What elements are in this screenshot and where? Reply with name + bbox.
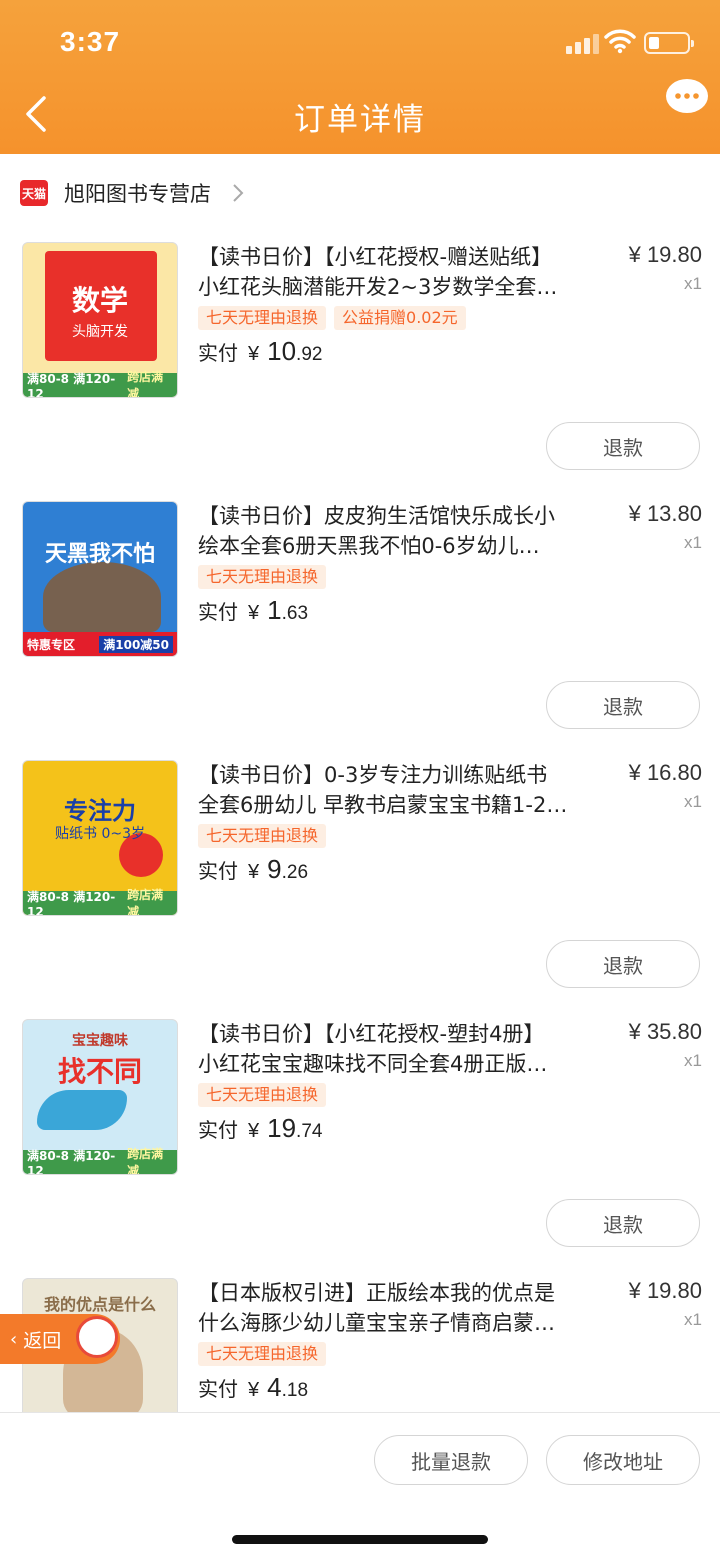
- refund-button[interactable]: 退款: [546, 1199, 700, 1247]
- cover-title: 专注力: [64, 796, 136, 825]
- cover-title: 数学: [71, 284, 128, 317]
- change-address-button[interactable]: 修改地址: [546, 1435, 700, 1485]
- chevron-right-icon: [233, 184, 244, 202]
- product-title[interactable]: 【日本版权引进】正版绘本我的优点是 什么海豚少幼儿童宝宝亲子情商启蒙…: [198, 1278, 600, 1338]
- promo-banner: 特惠专区 满100减50: [23, 632, 177, 656]
- paid-amount: 实付 ¥ 4.18: [198, 1372, 309, 1402]
- order-item[interactable]: 专注力 贴纸书 0~3岁 满80-8 满120-12 跨店满减 【读书日价】0-3…: [0, 760, 720, 1020]
- paid-amount: 实付 ¥ 10.92: [198, 336, 323, 366]
- refund-button[interactable]: 退款: [546, 422, 700, 470]
- bottom-action-bar: 批量退款 修改地址: [0, 1412, 720, 1558]
- unit-price: ¥ 13.80: [628, 501, 702, 526]
- status-time: 3:37: [60, 26, 121, 57]
- floating-return-button[interactable]: ‹ 返回: [0, 1314, 120, 1364]
- unit-price: ¥ 16.80: [628, 760, 702, 785]
- refund-button[interactable]: 退款: [546, 940, 700, 988]
- nav-bar: 订单详情: [0, 79, 720, 154]
- unit-price: ¥ 35.80: [628, 1019, 702, 1044]
- tmall-badge: 天猫: [20, 180, 48, 206]
- paid-amount: 实付 ¥ 19.74: [198, 1113, 323, 1143]
- tag-return-policy: 七天无理由退换: [198, 565, 327, 589]
- quantity: x1: [684, 1051, 702, 1070]
- order-item[interactable]: 宝宝趣味 找不同 满80-8 满120-12 跨店满减 【读书日价】【小红花授权-…: [0, 1019, 720, 1279]
- promo-banner: 满80-8 满120-12 跨店满减: [23, 888, 177, 915]
- product-title[interactable]: 【读书日价】皮皮狗生活馆快乐成长小 绘本全套6册天黑我不怕0-6岁幼儿…: [198, 501, 600, 561]
- cover-subtitle: 头脑开发: [72, 324, 128, 340]
- mascot-icon: [76, 1316, 118, 1358]
- header: 3:37 订单详情: [0, 0, 720, 154]
- home-indicator[interactable]: [232, 1535, 488, 1544]
- batch-refund-button[interactable]: 批量退款: [374, 1435, 528, 1485]
- quantity: x1: [684, 792, 702, 811]
- quantity: x1: [684, 274, 702, 293]
- status-bar: 3:37: [0, 0, 720, 80]
- promo-banner: 满80-8 满120-12 跨店满减: [23, 370, 177, 397]
- tag-return-policy: 七天无理由退换: [198, 1083, 327, 1107]
- quantity: x1: [684, 1310, 702, 1329]
- product-cover-image[interactable]: 天黑我不怕 特惠专区 满100减50: [22, 501, 178, 657]
- chevron-left-icon: ‹: [10, 1328, 18, 1350]
- product-cover-image[interactable]: 专注力 贴纸书 0~3岁 满80-8 满120-12 跨店满减: [22, 760, 178, 916]
- cover-subtitle: 贴纸书 0~3岁: [55, 826, 145, 842]
- tag-return-policy: 七天无理由退换: [198, 824, 327, 848]
- message-icon[interactable]: [664, 76, 710, 122]
- signal-icon: [566, 32, 599, 54]
- paid-amount: 实付 ¥ 1.63: [198, 595, 309, 625]
- tags: 七天无理由退换: [198, 1083, 327, 1107]
- cover-title: 我的优点是什么: [43, 1295, 156, 1314]
- page-title: 订单详情: [294, 102, 426, 138]
- cover-title: 找不同: [57, 1055, 142, 1088]
- tag-return-policy: 七天无理由退换: [198, 306, 327, 330]
- refund-button[interactable]: 退款: [546, 681, 700, 729]
- quantity: x1: [684, 533, 702, 552]
- cover-title: 天黑我不怕: [44, 541, 155, 567]
- unit-price: ¥ 19.80: [628, 242, 702, 267]
- product-title[interactable]: 【读书日价】【小红花授权-赠送贴纸】 小红花头脑潜能开发2~3岁数学全套…: [198, 242, 600, 302]
- product-cover-image[interactable]: 数学 头脑开发 满80-8 满120-12 跨店满减: [22, 242, 178, 398]
- order-item[interactable]: 数学 头脑开发 满80-8 满120-12 跨店满减 【读书日价】【小红花授权-赠…: [0, 242, 720, 502]
- product-cover-image[interactable]: 宝宝趣味 找不同 满80-8 满120-12 跨店满减: [22, 1019, 178, 1175]
- battery-icon: [644, 32, 694, 54]
- tags: 七天无理由退换 公益捐赠0.02元: [198, 306, 466, 330]
- promo-banner: 满80-8 满120-12 跨店满减: [23, 1147, 177, 1174]
- store-name[interactable]: 旭阳图书专营店: [64, 178, 211, 208]
- tag-return-policy: 七天无理由退换: [198, 1342, 327, 1366]
- wifi-icon: [604, 29, 636, 54]
- product-title[interactable]: 【读书日价】【小红花授权-塑封4册】 小红花宝宝趣味找不同全套4册正版…: [198, 1019, 600, 1079]
- tags: 七天无理由退换: [198, 1342, 327, 1366]
- paid-amount: 实付 ¥ 9.26: [198, 854, 309, 884]
- tag-charity: 公益捐赠0.02元: [334, 306, 466, 330]
- order-item[interactable]: 天黑我不怕 特惠专区 满100减50 【读书日价】皮皮狗生活馆快乐成长小 绘本全套…: [0, 501, 720, 761]
- tags: 七天无理由退换: [198, 824, 327, 848]
- product-title[interactable]: 【读书日价】0-3岁专注力训练贴纸书 全套6册幼儿 早教书启蒙宝宝书籍1-2…: [198, 760, 600, 820]
- unit-price: ¥ 19.80: [628, 1278, 702, 1303]
- tags: 七天无理由退换: [198, 565, 327, 589]
- store-row[interactable]: 天猫 旭阳图书专营店: [20, 170, 245, 216]
- return-label: 返回: [23, 1329, 62, 1352]
- cover-subtitle: 宝宝趣味: [72, 1033, 128, 1049]
